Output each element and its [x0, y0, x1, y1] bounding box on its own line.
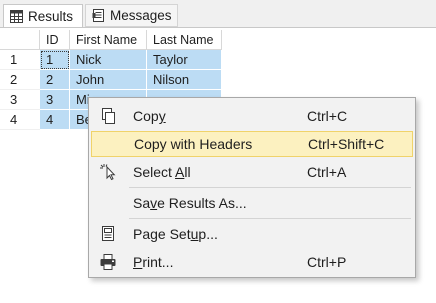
row-number[interactable]: 4 [0, 110, 40, 130]
grid-corner-header[interactable] [0, 30, 40, 50]
cell-id[interactable]: 1 [40, 50, 70, 70]
menu-item-label: Copy [133, 108, 166, 124]
menu-separator [129, 218, 411, 219]
cell-first-name[interactable]: Nick [70, 50, 147, 70]
tab-divider [0, 27, 436, 28]
printer-icon [99, 253, 117, 271]
menu-item-page-setup[interactable]: Page Setup... [91, 221, 413, 247]
menu-item-copy-with-headers[interactable]: Copy with Headers Ctrl+Shift+C [91, 131, 413, 157]
menu-item-label: Save Results As... [133, 195, 247, 211]
tab-messages-label: Messages [110, 8, 172, 23]
menu-item-label: Page Setup... [133, 226, 218, 242]
menu-item-select-all[interactable]: Select All Ctrl+A [91, 159, 413, 185]
row-number[interactable]: 1 [0, 50, 40, 70]
cell-id[interactable]: 3 [40, 90, 70, 110]
menu-item-copy[interactable]: Copy Ctrl+C [91, 103, 413, 129]
cell-id[interactable]: 2 [40, 70, 70, 90]
menu-separator [129, 187, 411, 188]
column-header-id[interactable]: ID [40, 30, 70, 50]
tab-results[interactable]: Results [3, 4, 83, 28]
grid-icon [10, 10, 23, 23]
row-number[interactable]: 2 [0, 70, 40, 90]
cell-first-name[interactable]: John [70, 70, 147, 90]
menu-item-shortcut: Ctrl+P [307, 254, 347, 270]
tab-results-label: Results [28, 9, 74, 24]
row-number[interactable]: 3 [0, 90, 40, 110]
menu-item-label: Print... [133, 254, 174, 270]
menu-item-label: Copy with Headers [134, 136, 253, 152]
menu-item-print[interactable]: Print... Ctrl+P [91, 249, 413, 275]
cell-id[interactable]: 4 [40, 110, 70, 130]
copy-icon [99, 107, 117, 125]
menu-item-shortcut: Ctrl+C [307, 108, 348, 124]
select-all-icon [99, 163, 117, 181]
menu-item-save-results-as[interactable]: Save Results As... [91, 190, 413, 216]
column-header-last-name[interactable]: Last Name [147, 30, 222, 50]
results-tab-strip: Results Messages [0, 0, 436, 28]
messages-icon [92, 9, 105, 22]
menu-item-shortcut: Ctrl+Shift+C [308, 136, 385, 152]
grid-context-menu: Copy Ctrl+C Copy with Headers Ctrl+Shift… [88, 97, 416, 278]
column-header-first-name[interactable]: First Name [70, 30, 147, 50]
cell-last-name[interactable]: Nilson [147, 70, 222, 90]
menu-item-label: Select All [133, 164, 191, 180]
menu-item-shortcut: Ctrl+A [307, 164, 347, 180]
cell-last-name[interactable]: Taylor [147, 50, 222, 70]
page-setup-icon [99, 225, 117, 243]
tab-messages[interactable]: Messages [85, 4, 178, 27]
